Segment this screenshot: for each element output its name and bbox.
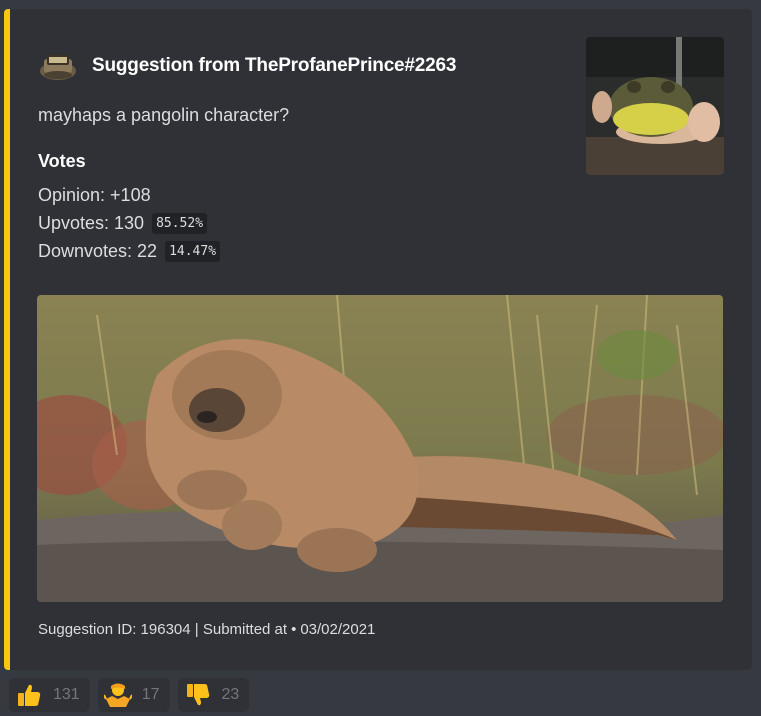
downvotes-percent: 14.47% [165, 241, 221, 262]
field-votes-title: Votes [38, 151, 86, 171]
reaction-thumbs-down[interactable]: 23 [177, 678, 250, 712]
thumbs-down-icon [186, 684, 209, 706]
author-name[interactable]: Suggestion from TheProfanePrince#2263 [92, 55, 456, 77]
suggestion-embed: Suggestion from TheProfanePrince#2263 ma… [4, 9, 752, 670]
thumbs-up-icon [18, 684, 41, 706]
frog-thumbnail-image[interactable] [586, 37, 724, 175]
embed-author: Suggestion from TheProfanePrince#2263 [38, 47, 456, 85]
tray-avatar-icon [40, 55, 76, 80]
reactions-bar: 131 17 23 [9, 678, 250, 712]
footer-bullet: • [291, 621, 297, 638]
person-shrug-icon [103, 683, 132, 707]
upvotes-percent: 85.52% [152, 213, 208, 234]
reaction-thumbs-up[interactable]: 131 [9, 678, 90, 712]
thumbs-up-count: 131 [53, 686, 80, 703]
reaction-person-shrug[interactable]: 17 [97, 678, 170, 712]
downvotes-text: Downvotes: 22 [38, 241, 158, 261]
person-shrug-count: 17 [141, 686, 160, 703]
pangolin-image[interactable] [37, 295, 723, 602]
embed-description: mayhaps a pangolin character? [38, 105, 290, 125]
opinion-text: Opinion: +108 [38, 185, 151, 205]
opinion-line: Opinion: +108 [38, 185, 151, 206]
footer-date: 03/02/2021 [300, 621, 376, 638]
downvotes-line: Downvotes: 22 14.47% [38, 241, 221, 262]
upvotes-text: Upvotes: 130 [38, 213, 145, 233]
embed-accent-bar [4, 9, 10, 670]
footer-suggestion-id: Suggestion ID: 196304 | Submitted at [38, 621, 288, 638]
thumbs-down-count: 23 [221, 686, 240, 703]
embed-footer: Suggestion ID: 196304 | Submitted at • 0… [38, 621, 375, 638]
upvotes-line: Upvotes: 130 85.52% [38, 213, 208, 234]
